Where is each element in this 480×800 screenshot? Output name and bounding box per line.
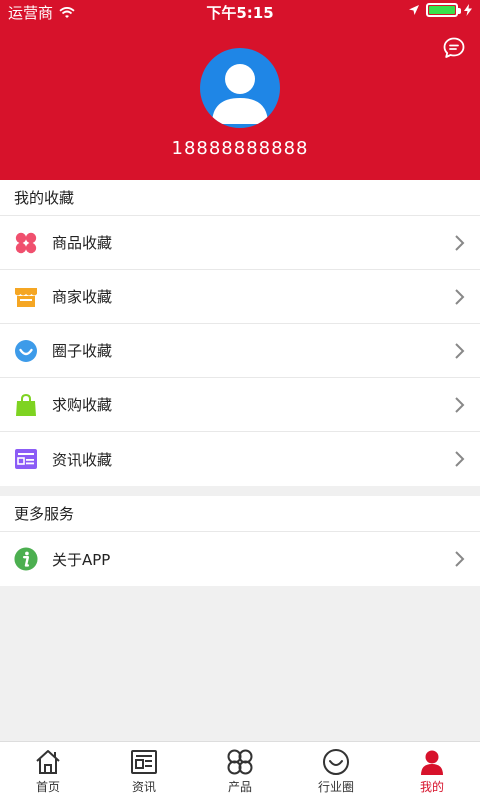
favorite-store-row[interactable]: 商家收藏 bbox=[0, 270, 480, 324]
location-arrow-icon bbox=[409, 5, 419, 15]
tab-products[interactable]: 产品 bbox=[192, 742, 288, 800]
row-label: 资讯收藏 bbox=[52, 450, 113, 469]
favorite-news-row[interactable]: 资讯收藏 bbox=[0, 432, 480, 486]
tab-news[interactable]: 资讯 bbox=[96, 742, 192, 800]
status-bar: 运营商 下午5:15 bbox=[0, 0, 480, 24]
tab-label: 我的 bbox=[419, 779, 444, 794]
row-label: 商家收藏 bbox=[52, 288, 113, 306]
profile-header: 运营商 下午5:15 18888888888 bbox=[0, 0, 480, 180]
favorites-section: 我的收藏 商品收藏 商家收藏 圈子收藏 求购收藏 资讯收藏 bbox=[0, 180, 480, 486]
row-label: 求购收藏 bbox=[52, 396, 113, 414]
chevron-right-icon bbox=[455, 551, 465, 567]
tab-home[interactable]: 首页 bbox=[0, 742, 96, 800]
favorites-title: 我的收藏 bbox=[0, 180, 480, 216]
favorite-goods-row[interactable]: 商品收藏 bbox=[0, 216, 480, 270]
home-icon bbox=[36, 749, 60, 774]
battery-icon bbox=[426, 3, 461, 17]
tab-label: 首页 bbox=[35, 779, 60, 794]
row-label: 关于APP bbox=[52, 550, 111, 569]
clover-icon bbox=[14, 231, 38, 255]
row-label: 圈子收藏 bbox=[52, 342, 113, 360]
products-icon bbox=[227, 749, 253, 774]
tab-label: 产品 bbox=[227, 779, 252, 794]
chevron-right-icon bbox=[455, 397, 465, 413]
row-label: 商品收藏 bbox=[52, 234, 113, 252]
store-icon bbox=[14, 285, 38, 309]
services-title: 更多服务 bbox=[0, 496, 480, 532]
chevron-right-icon bbox=[455, 451, 465, 467]
bottom-tab-bar: 首页 资讯 产品 行业圈 我的 bbox=[0, 741, 480, 800]
favorite-purchase-row[interactable]: 求购收藏 bbox=[0, 378, 480, 432]
info-icon bbox=[14, 547, 38, 571]
smile-circle-icon bbox=[14, 339, 38, 363]
tab-industry-circle[interactable]: 行业圈 bbox=[288, 742, 384, 800]
user-phone: 18888888888 bbox=[171, 138, 309, 159]
tab-mine[interactable]: 我的 bbox=[384, 742, 480, 800]
favorite-circle-row[interactable]: 圈子收藏 bbox=[0, 324, 480, 378]
user-icon bbox=[421, 750, 443, 775]
chevron-right-icon bbox=[455, 235, 465, 251]
user-silhouette-icon bbox=[212, 64, 268, 124]
news-icon bbox=[131, 749, 157, 774]
chevron-right-icon bbox=[455, 289, 465, 305]
services-section: 更多服务 关于APP bbox=[0, 496, 480, 586]
news-card-icon bbox=[14, 447, 38, 471]
shopping-bag-icon bbox=[14, 393, 38, 417]
about-app-row[interactable]: 关于APP bbox=[0, 532, 480, 586]
avatar[interactable] bbox=[200, 48, 280, 128]
chevron-right-icon bbox=[455, 343, 465, 359]
tab-label: 行业圈 bbox=[317, 779, 354, 794]
tab-label: 资讯 bbox=[131, 779, 156, 794]
charging-icon bbox=[464, 4, 472, 16]
message-icon[interactable] bbox=[442, 36, 466, 60]
circle-icon bbox=[323, 748, 349, 775]
